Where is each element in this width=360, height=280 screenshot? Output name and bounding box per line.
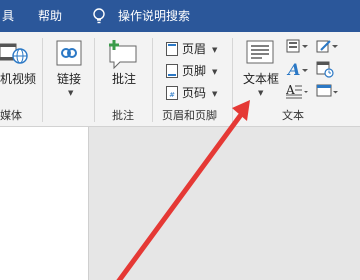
red-arrow-annotation (116, 100, 250, 280)
